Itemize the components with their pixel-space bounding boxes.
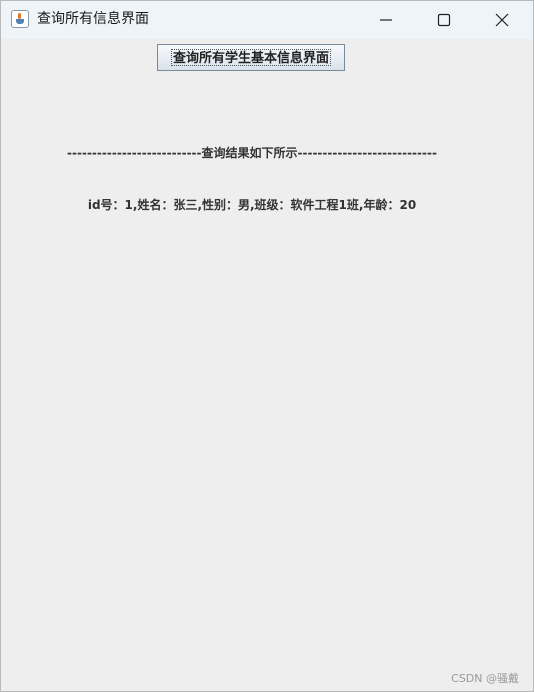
title-bar[interactable]: 查询所有信息界面: [1, 1, 533, 39]
result-row: id号：1,姓名：张三,性别：男,班级：软件工程1班,年龄：20: [87, 198, 417, 212]
maximize-icon: [437, 13, 451, 27]
maximize-button[interactable]: [415, 1, 473, 39]
window-title: 查询所有信息界面: [37, 11, 149, 27]
java-coffee-cup-icon[interactable]: [11, 10, 29, 28]
app-window: 查询所有信息界面 查询所有学生基本信息界面 ------------------…: [0, 0, 534, 692]
close-button[interactable]: [473, 1, 531, 39]
query-button-label: 查询所有学生基本信息界面: [170, 49, 331, 66]
watermark: CSDN @骚戴: [451, 672, 519, 685]
query-all-students-button[interactable]: 查询所有学生基本信息界面: [157, 44, 345, 71]
minimize-button[interactable]: [357, 1, 415, 39]
result-header: ---------------------------查询结果如下所示-----…: [67, 146, 437, 160]
minimize-icon: [380, 19, 392, 21]
close-icon: [495, 13, 509, 27]
